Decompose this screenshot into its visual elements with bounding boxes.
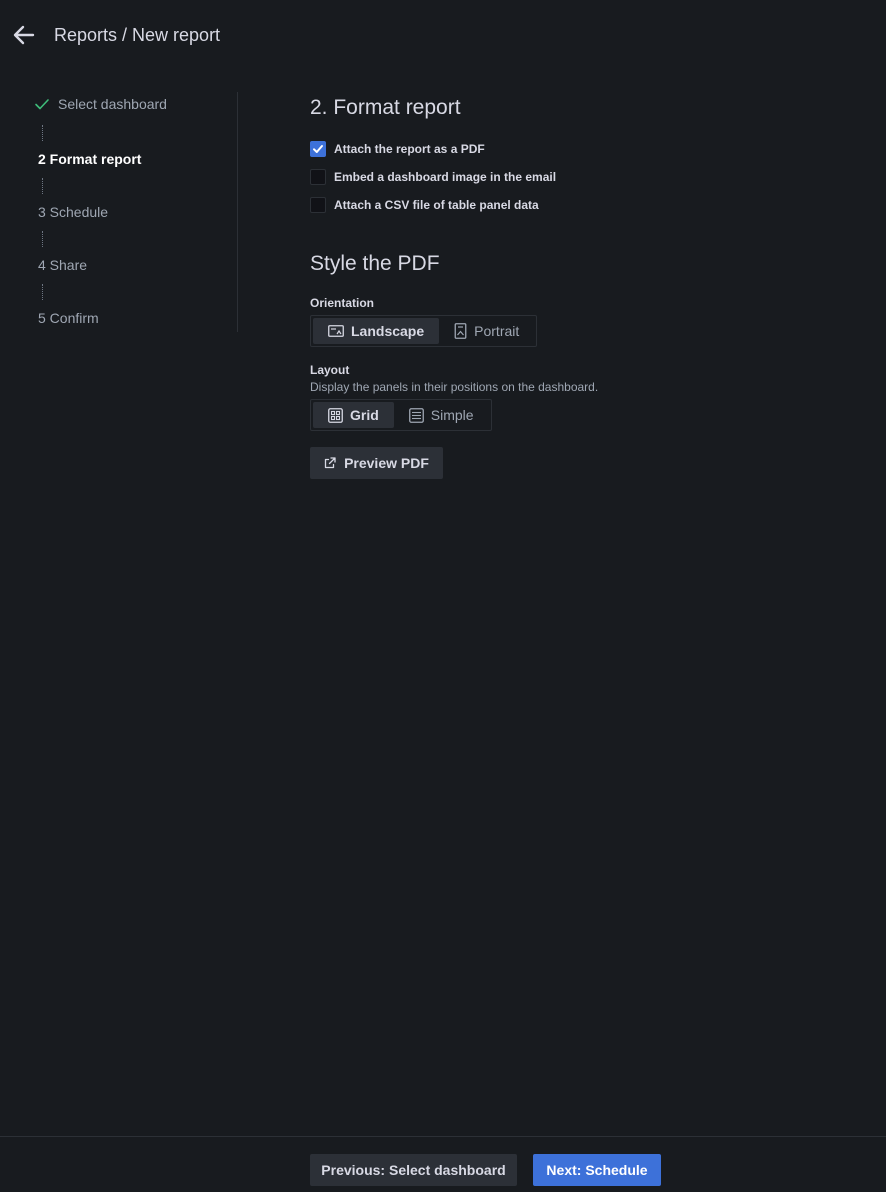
option-label: Portrait — [474, 323, 520, 339]
style-pdf-title: Style the PDF — [310, 252, 440, 275]
option-label: Landscape — [351, 323, 425, 339]
checkbox-checked[interactable] — [310, 141, 326, 157]
step-connector — [42, 231, 43, 247]
portrait-icon — [454, 323, 467, 339]
section-title: 2. Format report — [310, 96, 461, 119]
orientation-radio-group: Landscape Portrait — [310, 315, 538, 347]
layout-radio-group: Grid Simple — [310, 399, 492, 431]
step-schedule[interactable]: 3 Schedule — [38, 204, 108, 220]
wizard-stepper: Select dashboard 2 Format report 3 Sched… — [30, 92, 238, 332]
report-wizard-page: Reports / New report Select dashboard 2 … — [0, 0, 886, 1192]
checkbox-unchecked[interactable] — [310, 169, 326, 185]
orientation-landscape-option[interactable]: Landscape — [313, 318, 440, 344]
layout-simple-option[interactable]: Simple — [394, 402, 489, 428]
step-connector — [42, 284, 43, 300]
orientation-portrait-option[interactable]: Portrait — [439, 318, 534, 344]
page-header: Reports / New report — [0, 0, 886, 70]
step-format-report[interactable]: 2 Format report — [38, 151, 141, 167]
layout-description: Display the panels in their positions on… — [310, 380, 599, 394]
layout-grid-option[interactable]: Grid — [313, 402, 394, 428]
step-label: 4 Share — [38, 257, 88, 273]
step-confirm[interactable]: 5 Confirm — [38, 310, 99, 326]
step-label: 3 Schedule — [38, 204, 109, 220]
button-label: Preview PDF — [344, 455, 429, 471]
embed-image-checkbox[interactable]: Embed a dashboard image in the email — [310, 169, 556, 185]
external-link-icon — [324, 457, 336, 469]
wizard-footer: Previous: Select dashboard Next: Schedul… — [0, 1136, 886, 1192]
step-label: 5 Confirm — [38, 310, 99, 326]
step-share[interactable]: 4 Share — [38, 257, 87, 273]
check-icon — [313, 145, 323, 153]
step-label: 2 Format report — [38, 151, 142, 167]
checkbox-label: Attach the report as a PDF — [334, 142, 485, 156]
attach-csv-checkbox[interactable]: Attach a CSV file of table panel data — [310, 197, 539, 213]
breadcrumb: Reports / New report — [54, 25, 221, 45]
attach-pdf-checkbox[interactable]: Attach the report as a PDF — [310, 141, 485, 157]
layout-label: Layout — [310, 363, 350, 377]
step-connector — [42, 178, 43, 194]
checkbox-label: Embed a dashboard image in the email — [334, 170, 557, 184]
checkbox-unchecked[interactable] — [310, 197, 326, 213]
option-label: Grid — [350, 407, 379, 423]
check-icon — [35, 99, 49, 110]
landscape-icon — [328, 325, 344, 337]
orientation-label: Orientation — [310, 296, 375, 310]
checkbox-label: Attach a CSV file of table panel data — [334, 198, 539, 212]
back-arrow-icon[interactable] — [12, 24, 36, 46]
simple-layout-icon — [408, 407, 424, 423]
next-button[interactable]: Next: Schedule — [533, 1154, 661, 1186]
step-select-dashboard[interactable]: Select dashboard — [35, 96, 167, 112]
preview-pdf-button[interactable]: Preview PDF — [310, 447, 443, 479]
previous-button[interactable]: Previous: Select dashboard — [310, 1154, 517, 1186]
grid-layout-icon — [328, 407, 343, 423]
option-label: Simple — [430, 407, 474, 423]
step-connector — [42, 125, 43, 141]
step-label: Select dashboard — [58, 96, 167, 112]
